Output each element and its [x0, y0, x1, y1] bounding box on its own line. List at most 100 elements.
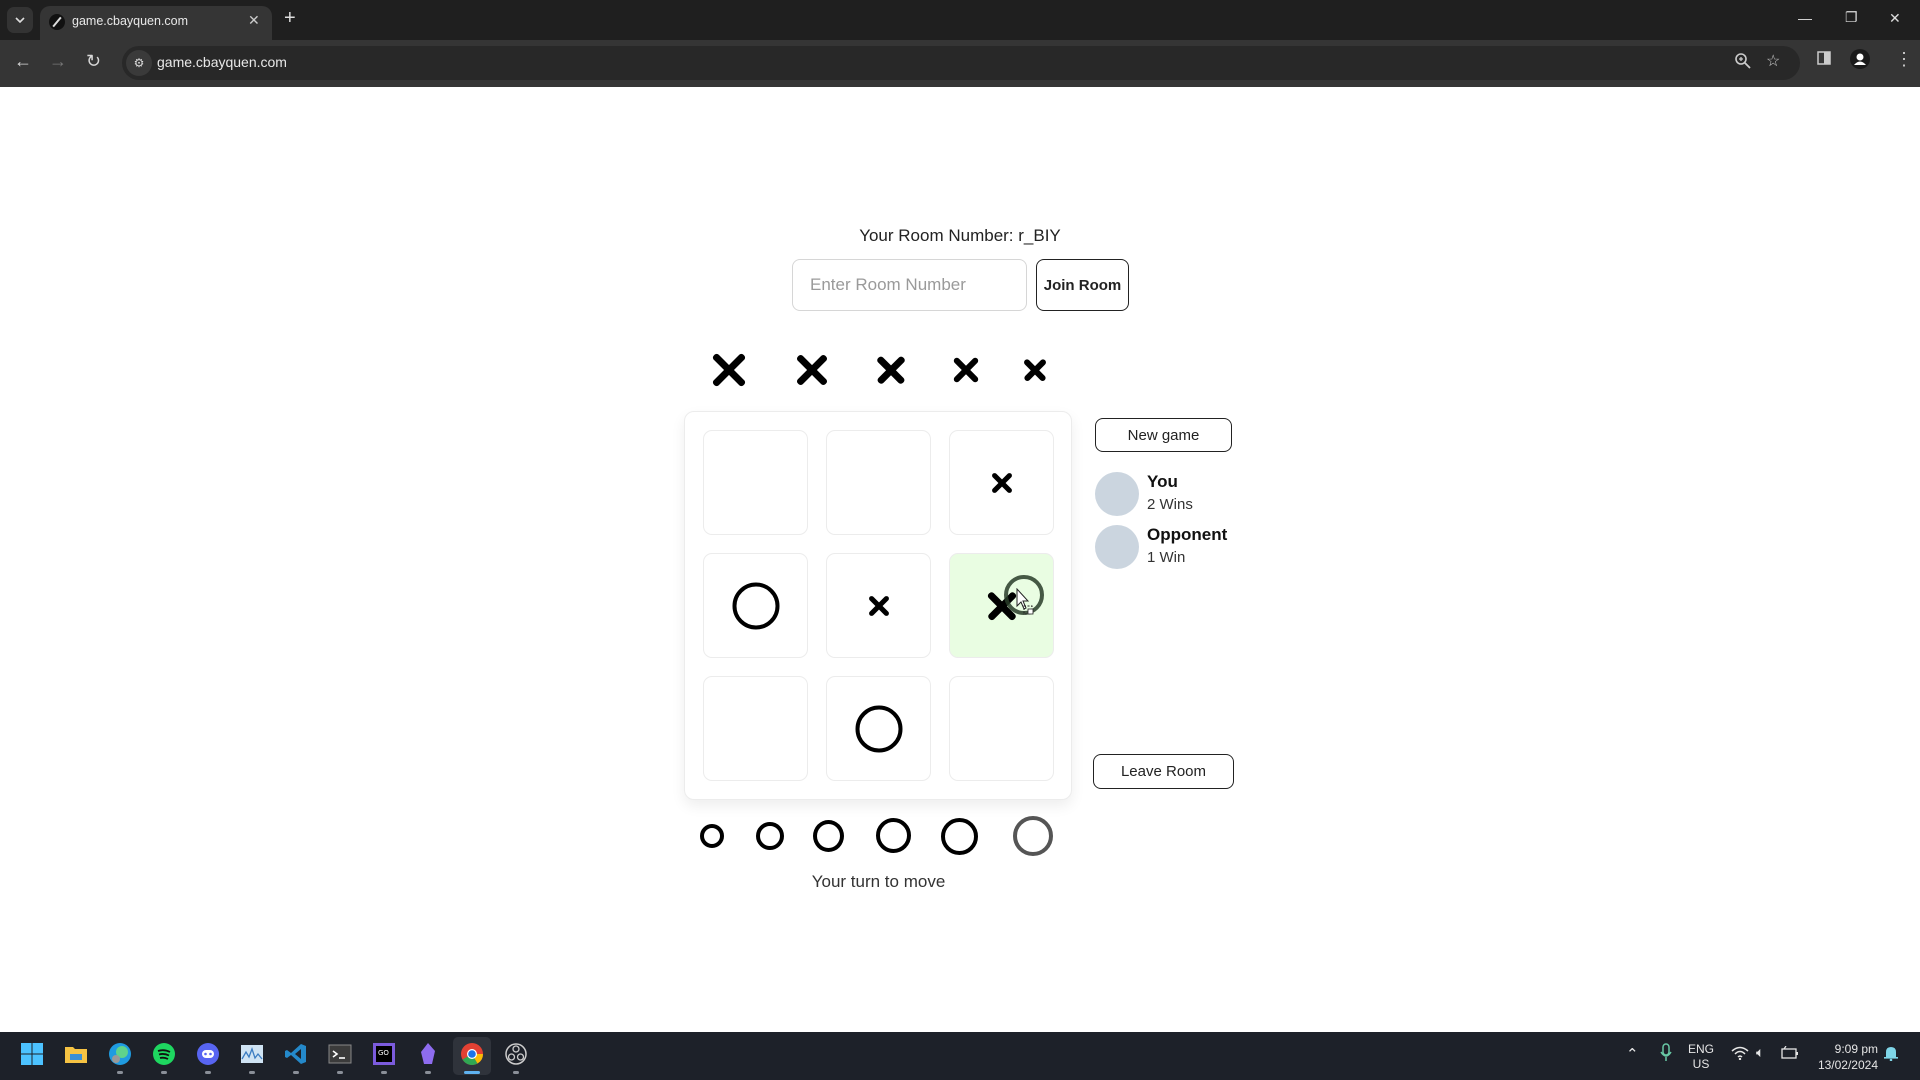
- board-cell-r0-c1[interactable]: [826, 430, 931, 535]
- board-cell-r0-c0[interactable]: [703, 430, 808, 535]
- browser-tab[interactable]: game.cbayquen.com ✕: [40, 6, 272, 40]
- taskbar-app-obsidian[interactable]: [409, 1037, 447, 1075]
- language-code: ENG: [1688, 1042, 1715, 1056]
- discord-icon: [196, 1042, 220, 1071]
- minimize-icon[interactable]: —: [1798, 10, 1812, 26]
- browser-toolbar: ← → ↻ ⚙ game.cbayquen.com ☆ ⋮: [0, 40, 1920, 87]
- running-indicator: [205, 1071, 211, 1074]
- room-number-label: Your Room Number: r_BIY: [859, 226, 1061, 245]
- windows-start-icon: [20, 1042, 44, 1071]
- o-mark-icon: [732, 582, 779, 629]
- player-opponent: Opponent 1 Win: [1095, 525, 1295, 571]
- svg-text:GO: GO: [378, 1049, 389, 1057]
- o-piece-size-3[interactable]: [813, 820, 844, 852]
- leave-room-button[interactable]: Leave Room: [1093, 754, 1234, 789]
- kebab-menu-icon[interactable]: ⋮: [1895, 49, 1913, 70]
- battery-icon[interactable]: [1781, 1045, 1799, 1063]
- clock[interactable]: 9:09 pm 13/02/2024: [1814, 1041, 1878, 1073]
- new-tab-icon[interactable]: +: [284, 8, 296, 28]
- taskbar-app-chrome[interactable]: [453, 1037, 491, 1075]
- running-indicator: [381, 1071, 387, 1074]
- tab-list-button[interactable]: [7, 7, 33, 33]
- url-text[interactable]: game.cbayquen.com: [157, 54, 287, 70]
- side-panel-icon[interactable]: [1817, 51, 1831, 70]
- profile-icon[interactable]: [1850, 49, 1870, 74]
- board-cell-r1-c1[interactable]: [826, 553, 931, 658]
- running-indicator: [117, 1071, 123, 1074]
- taskbar-app-edge[interactable]: [101, 1037, 139, 1075]
- running-indicator: [464, 1071, 480, 1074]
- zoom-icon[interactable]: [1734, 52, 1752, 75]
- board-cell-r2-c2[interactable]: [949, 676, 1054, 781]
- notification-bell-icon[interactable]: [1884, 1045, 1898, 1064]
- turn-status: Your turn to move: [811, 872, 946, 891]
- folder-icon: [64, 1044, 88, 1069]
- o-piece-size-2[interactable]: [756, 822, 784, 850]
- x-piece-size-1[interactable]: [1023, 358, 1047, 382]
- back-arrow-icon[interactable]: ←: [14, 51, 32, 72]
- o-piece-size-1[interactable]: [700, 824, 724, 848]
- taskbar-app-terminal[interactable]: [321, 1037, 359, 1075]
- x-piece-size-2[interactable]: [952, 356, 980, 384]
- game-board: [684, 411, 1072, 800]
- taskbar-app-discord[interactable]: [189, 1037, 227, 1075]
- player-wins: 2 Wins: [1147, 496, 1193, 513]
- close-window-icon[interactable]: ✕: [1889, 10, 1901, 27]
- o-piece-size-5[interactable]: [941, 818, 978, 855]
- obsidian-icon: [418, 1042, 438, 1071]
- running-indicator: [293, 1071, 299, 1074]
- wifi-icon[interactable]: [1731, 1046, 1749, 1063]
- join-room-button[interactable]: Join Room: [1036, 259, 1129, 311]
- player-wins: 1 Win: [1147, 549, 1186, 566]
- running-indicator: [161, 1071, 167, 1074]
- spotify-icon: [152, 1042, 176, 1071]
- taskbar-app-goland[interactable]: GO: [365, 1037, 403, 1075]
- room-number-input[interactable]: [792, 259, 1027, 311]
- tab-close-icon[interactable]: ✕: [248, 12, 260, 29]
- volume-icon[interactable]: 🔈︎: [1756, 1044, 1764, 1061]
- reload-icon[interactable]: ↻: [86, 51, 101, 72]
- taskbar-app-file-explorer[interactable]: [57, 1037, 95, 1075]
- edge-icon: [108, 1042, 132, 1071]
- address-bar[interactable]: ⚙ game.cbayquen.com ☆: [122, 46, 1800, 80]
- board-cell-r0-c2[interactable]: [949, 430, 1054, 535]
- forward-arrow-icon[interactable]: →: [49, 51, 67, 72]
- player-name: You: [1147, 472, 1178, 491]
- o-piece-size-4[interactable]: [876, 818, 911, 853]
- taskbar-app-resource-monitor[interactable]: [233, 1037, 271, 1075]
- taskbar-app-obs[interactable]: [497, 1037, 535, 1075]
- tray-overflow-icon[interactable]: ⌃: [1626, 1045, 1639, 1063]
- obs-icon: [504, 1042, 528, 1071]
- board-cell-r1-c2[interactable]: [949, 553, 1054, 658]
- site-settings-icon[interactable]: ⚙: [126, 50, 152, 76]
- player-name: Opponent: [1147, 525, 1228, 544]
- site-favicon-icon: [49, 14, 65, 30]
- browser-tab-bar: game.cbayquen.com ✕ + — ❐ ✕: [0, 0, 1920, 40]
- running-indicator: [337, 1071, 343, 1074]
- taskbar-app-vscode[interactable]: [277, 1037, 315, 1075]
- x-piece-size-3[interactable]: [876, 355, 906, 385]
- star-icon[interactable]: ☆: [1766, 51, 1780, 71]
- board-cell-r1-c0[interactable]: [703, 553, 808, 658]
- new-game-button[interactable]: New game: [1095, 418, 1232, 452]
- region-code: US: [1692, 1057, 1710, 1071]
- taskbar-app-start[interactable]: [13, 1037, 51, 1075]
- o-mark-icon: [855, 705, 902, 752]
- terminal-icon: [328, 1044, 352, 1069]
- tab-title: game.cbayquen.com: [72, 14, 189, 28]
- avatar: [1095, 472, 1139, 516]
- goland-icon: GO: [372, 1042, 396, 1071]
- chrome-icon: [460, 1042, 484, 1071]
- o-piece-size-6[interactable]: [1013, 816, 1053, 856]
- microphone-icon[interactable]: [1659, 1043, 1673, 1066]
- x-piece-size-5[interactable]: [711, 352, 747, 388]
- restore-icon[interactable]: ❐: [1845, 9, 1858, 26]
- vscode-icon: [284, 1042, 308, 1071]
- language-indicator[interactable]: ENG US: [1688, 1042, 1714, 1072]
- x-piece-size-4[interactable]: [795, 353, 829, 387]
- board-cell-r2-c1[interactable]: [826, 676, 931, 781]
- running-indicator: [249, 1071, 255, 1074]
- board-cell-r2-c0[interactable]: [703, 676, 808, 781]
- taskbar-app-spotify[interactable]: [145, 1037, 183, 1075]
- player-you: You 2 Wins: [1095, 472, 1295, 518]
